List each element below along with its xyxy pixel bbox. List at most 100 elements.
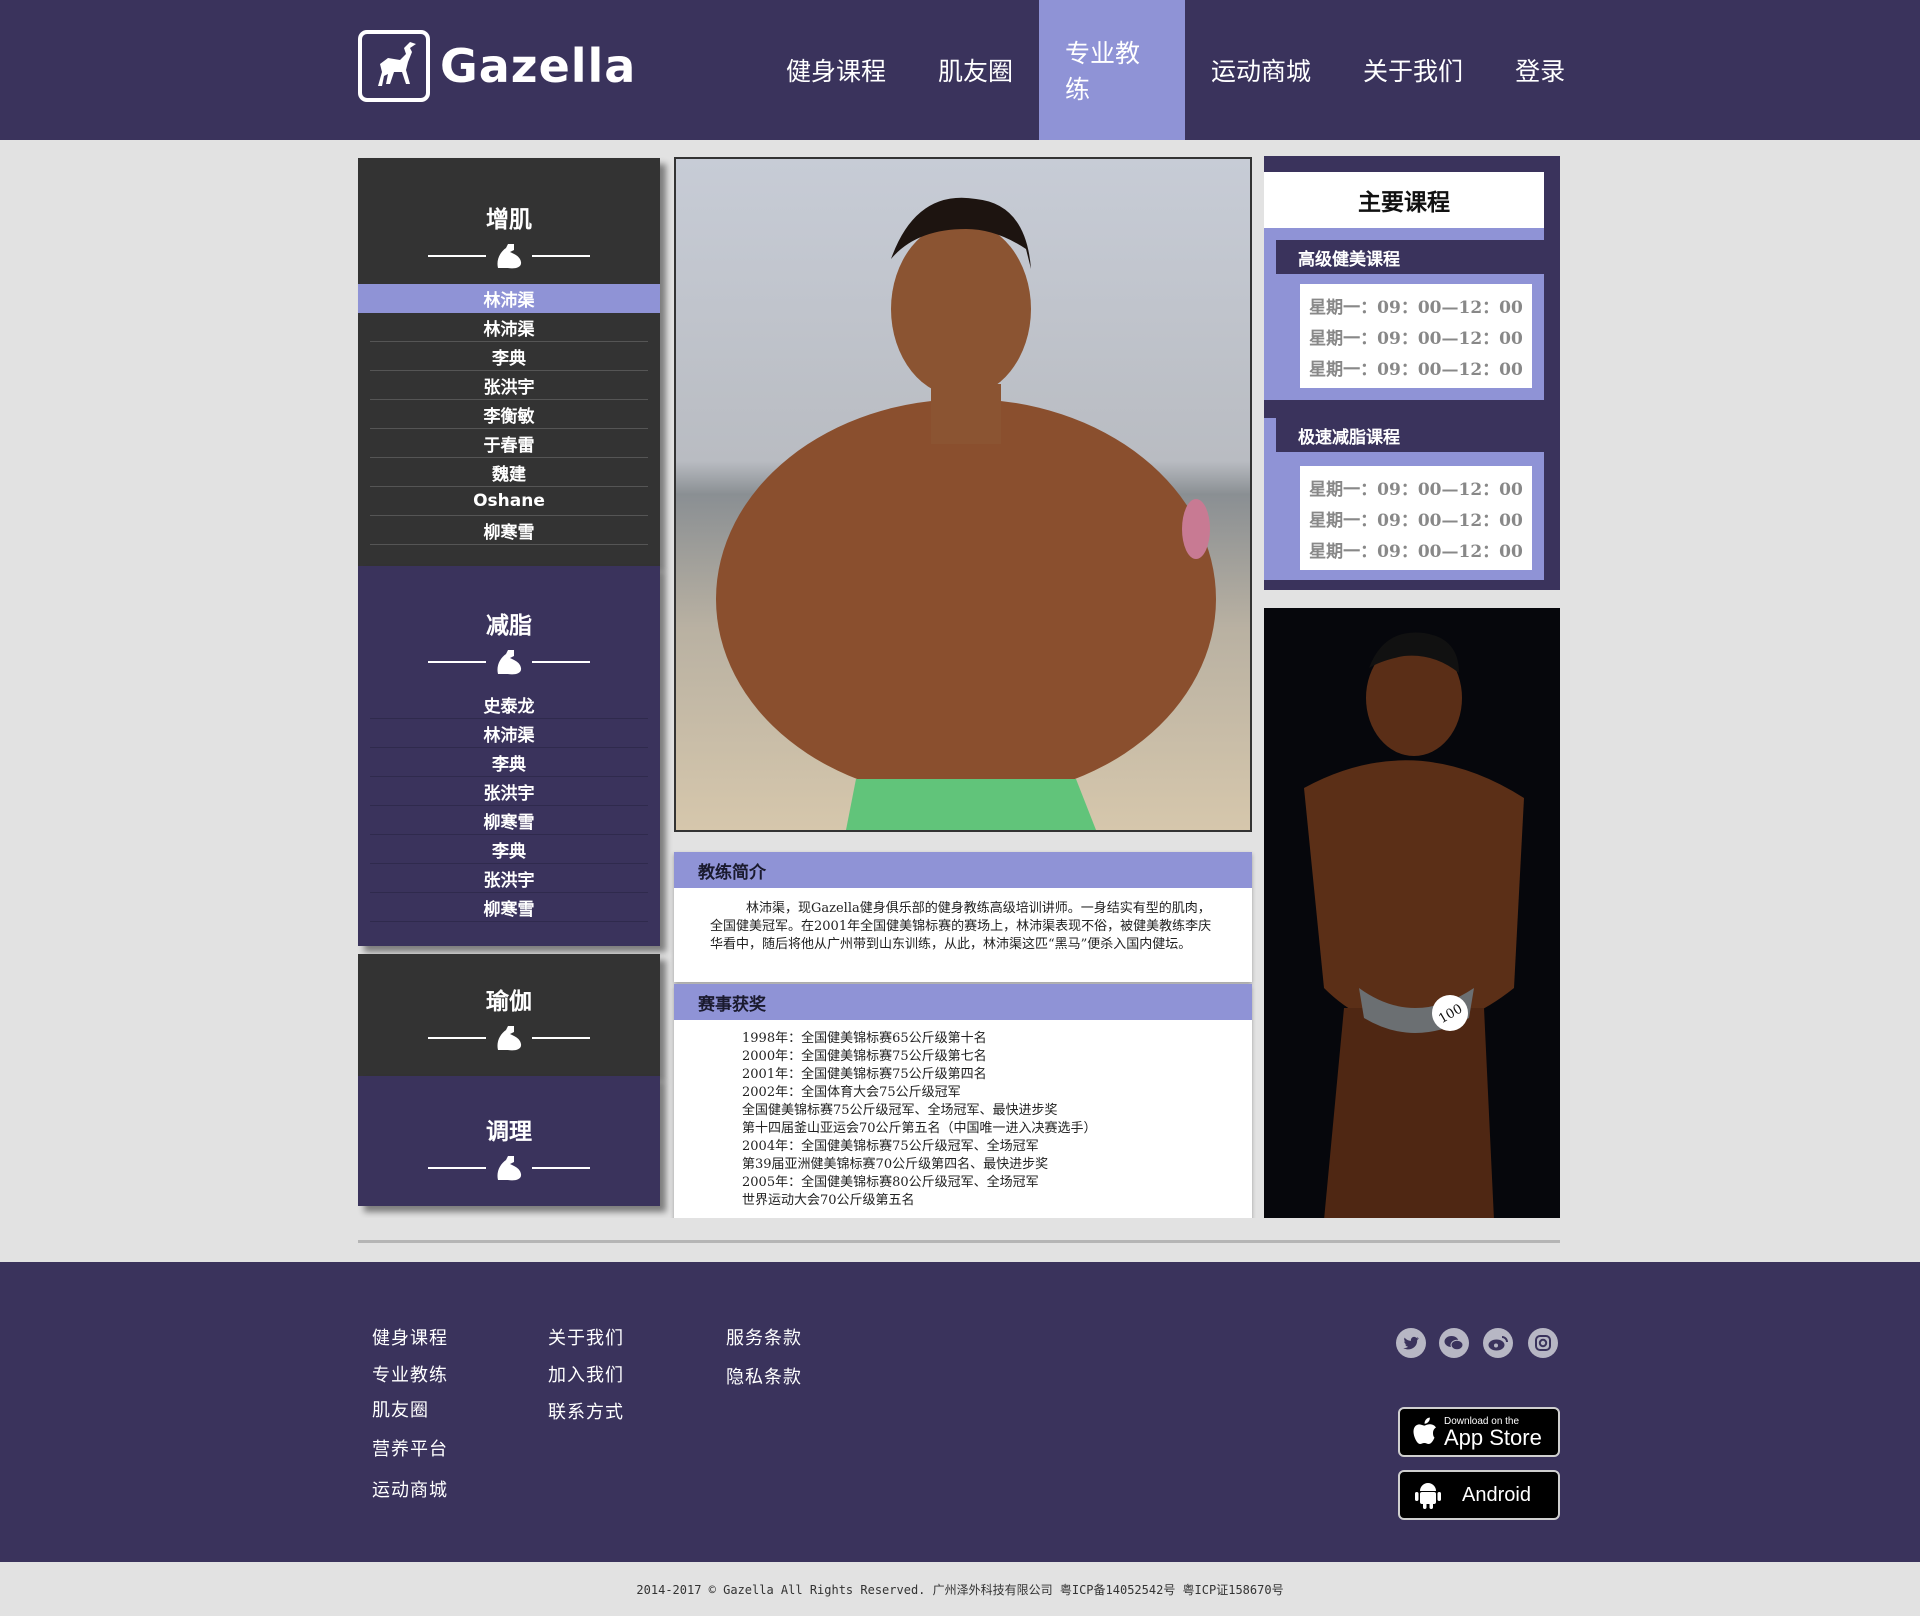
- competition-photo: 100: [1264, 608, 1560, 1220]
- android-button[interactable]: Android: [1398, 1470, 1560, 1520]
- advanced-course-label[interactable]: 高级健美课程: [1276, 240, 1544, 274]
- site-header: Gazella 健身课程 肌友圈 专业教练 运动商城 关于我们 登录: [0, 0, 1920, 140]
- list-item[interactable]: 林沛渠: [370, 313, 648, 342]
- android-label: Android: [1462, 1483, 1531, 1506]
- nav-community[interactable]: 肌友圈: [912, 0, 1039, 140]
- nav-coaches[interactable]: 专业教练: [1039, 0, 1186, 140]
- award-item: 第十四届釜山亚运会70公斤第五名（中国唯一进入决赛选手）: [742, 1121, 1097, 1136]
- divider: [358, 242, 660, 270]
- list-item[interactable]: 李典: [370, 342, 648, 371]
- award-item: 2004年：全国健美锦标赛75公斤级冠军、全场冠军: [742, 1139, 1039, 1154]
- flexed-arm-icon: [497, 1026, 522, 1051]
- award-item: 2001年：全国健美锦标赛75公斤级第四名: [742, 1067, 987, 1082]
- main-nav: 健身课程 肌友圈 专业教练 运动商城 关于我们 登录: [760, 0, 1591, 140]
- divider: [358, 648, 660, 676]
- category-title: 增肌: [486, 206, 532, 233]
- awards-header: 赛事获奖: [674, 984, 1252, 1020]
- list-item[interactable]: 柳寒雪: [370, 806, 648, 835]
- list-item[interactable]: 柳寒雪: [370, 893, 648, 922]
- apple-icon: [1413, 1417, 1436, 1444]
- nav-about[interactable]: 关于我们: [1337, 0, 1489, 140]
- app-store-button[interactable]: Download on the App Store: [1398, 1407, 1560, 1457]
- fatloss-course-block: 极速减脂课程 星期一：09：00—12：00 星期一：09：00—12：00 星…: [1264, 418, 1544, 580]
- list-item[interactable]: 张洪宇: [370, 777, 648, 806]
- footer-link[interactable]: 联系方式: [548, 1398, 624, 1424]
- footer-link[interactable]: 服务条款: [726, 1324, 802, 1350]
- coach-photo: [674, 157, 1252, 832]
- content-bottom-edge: [358, 1218, 1560, 1243]
- list-item[interactable]: 李典: [370, 835, 648, 864]
- flexed-arm-icon: [497, 650, 522, 675]
- category-muscle-gain: 增肌 林沛渠 林沛渠 李典 张洪宇 李衡敏 于春雷 魏建 Oshane 柳寒雪: [358, 158, 660, 566]
- footer-link[interactable]: 健身课程: [372, 1324, 448, 1350]
- gazelle-icon: [358, 30, 430, 102]
- award-item: 2002年：全国体育大会75公斤级冠军: [742, 1085, 961, 1100]
- footer-link[interactable]: 运动商城: [372, 1476, 448, 1502]
- award-item: 世界运动大会70公斤级第五名: [742, 1193, 915, 1208]
- fatloss-course-label[interactable]: 极速减脂课程: [1276, 418, 1544, 452]
- category-title: 瑜伽: [486, 988, 532, 1015]
- list-item[interactable]: 张洪宇: [370, 371, 648, 400]
- brand-logo[interactable]: Gazella: [358, 30, 636, 102]
- schedule-time: 星期一：09：00—12：00: [1309, 511, 1523, 531]
- category-fat-loss: 减脂 史泰龙 林沛渠 李典 张洪宇 柳寒雪 李典 张洪宇 柳寒雪: [358, 566, 660, 946]
- nav-login[interactable]: 登录: [1489, 0, 1591, 140]
- footer-link[interactable]: 专业教练: [372, 1361, 448, 1387]
- copyright-text: 2014-2017 © Gazella All Rights Reserved.…: [636, 1582, 1284, 1597]
- list-item[interactable]: 李典: [370, 748, 648, 777]
- twitter-icon[interactable]: [1396, 1328, 1426, 1358]
- site-footer: 健身课程 专业教练 肌友圈 营养平台 运动商城 关于我们 加入我们 联系方式 服…: [0, 1262, 1920, 1562]
- list-item[interactable]: 魏建: [370, 458, 648, 487]
- schedule-time: 星期一：09：00—12：00: [1309, 480, 1523, 500]
- schedule-time: 星期一：09：00—12：00: [1309, 329, 1523, 349]
- bio-header: 教练简介: [674, 852, 1252, 888]
- footer-link[interactable]: 关于我们: [548, 1324, 624, 1350]
- flexed-arm-icon: [497, 1156, 522, 1181]
- android-icon: [1415, 1483, 1441, 1509]
- category-yoga[interactable]: 瑜伽: [358, 954, 660, 1076]
- award-item: 1998年：全国健美锦标赛65公斤级第十名: [742, 1031, 987, 1046]
- coach-bio-panel: 教练简介 林沛渠，现Gazella健身俱乐部的健身教练高级培训讲师。一身结实有型…: [674, 852, 1252, 982]
- list-item[interactable]: Oshane: [370, 487, 648, 516]
- footer-link[interactable]: 肌友圈: [372, 1396, 429, 1422]
- nav-fitness-courses[interactable]: 健身课程: [760, 0, 912, 140]
- list-item[interactable]: 柳寒雪: [370, 516, 648, 545]
- footer-link[interactable]: 隐私条款: [726, 1363, 802, 1389]
- category-title: 减脂: [486, 612, 532, 639]
- award-item: 2005年：全国健美锦标赛80公斤级冠军、全场冠军: [742, 1175, 1039, 1190]
- app-store-label: App Store: [1444, 1424, 1542, 1450]
- award-item: 全国健美锦标赛75公斤级冠军、全场冠军、最快进步奖: [742, 1103, 1058, 1118]
- advanced-course-times: 星期一：09：00—12：00 星期一：09：00—12：00 星期一：09：0…: [1300, 284, 1532, 388]
- flexed-arm-icon: [497, 244, 522, 269]
- list-item[interactable]: 于春雷: [370, 429, 648, 458]
- award-item: 2000年：全国健美锦标赛75公斤级第七名: [742, 1049, 987, 1064]
- coach-list: 史泰龙 林沛渠 李典 张洪宇 柳寒雪 李典 张洪宇 柳寒雪: [358, 690, 660, 922]
- bio-text: 林沛渠，现Gazella健身俱乐部的健身教练高级培训讲师。一身结实有型的肌肉，全…: [710, 901, 1212, 952]
- instagram-icon[interactable]: [1528, 1328, 1558, 1358]
- fatloss-course-times: 星期一：09：00—12：00 星期一：09：00—12：00 星期一：09：0…: [1300, 466, 1532, 570]
- nav-shop[interactable]: 运动商城: [1185, 0, 1337, 140]
- divider: [358, 1024, 660, 1052]
- award-item: 第39届亚洲健美锦标赛70公斤级第四名、最快进步奖: [742, 1157, 1049, 1172]
- coach-list: 林沛渠 林沛渠 李典 张洪宇 李衡敏 于春雷 魏建 Oshane 柳寒雪: [358, 284, 660, 545]
- category-title: 调理: [486, 1118, 532, 1145]
- list-item[interactable]: 李衡敏: [370, 400, 648, 429]
- main-courses: 主要课程 高级健美课程 星期一：09：00—12：00 星期一：09：00—12…: [1264, 156, 1560, 590]
- list-item[interactable]: 史泰龙: [370, 690, 648, 719]
- wechat-icon[interactable]: [1439, 1328, 1469, 1358]
- divider: [358, 1154, 660, 1182]
- footer-link[interactable]: 营养平台: [372, 1435, 448, 1461]
- schedule-time: 星期一：09：00—12：00: [1309, 360, 1523, 380]
- advanced-course-block: 高级健美课程 星期一：09：00—12：00 星期一：09：00—12：00 星…: [1264, 228, 1544, 400]
- schedule-time: 星期一：09：00—12：00: [1309, 542, 1523, 562]
- footer-link[interactable]: 加入我们: [548, 1361, 624, 1387]
- list-item[interactable]: 林沛渠: [358, 284, 660, 313]
- list-item[interactable]: 林沛渠: [370, 719, 648, 748]
- schedule-time: 星期一：09：00—12：00: [1309, 298, 1523, 318]
- copyright-bar: 2014-2017 © Gazella All Rights Reserved.…: [0, 1562, 1920, 1616]
- awards-list: 1998年：全国健美锦标赛65公斤级第十名 2000年：全国健美锦标赛75公斤级…: [674, 1020, 1252, 1210]
- awards-panel: 赛事获奖 1998年：全国健美锦标赛65公斤级第十名 2000年：全国健美锦标赛…: [674, 984, 1252, 1220]
- list-item[interactable]: 张洪宇: [370, 864, 648, 893]
- weibo-icon[interactable]: [1483, 1328, 1513, 1358]
- category-recovery[interactable]: 调理: [358, 1076, 660, 1206]
